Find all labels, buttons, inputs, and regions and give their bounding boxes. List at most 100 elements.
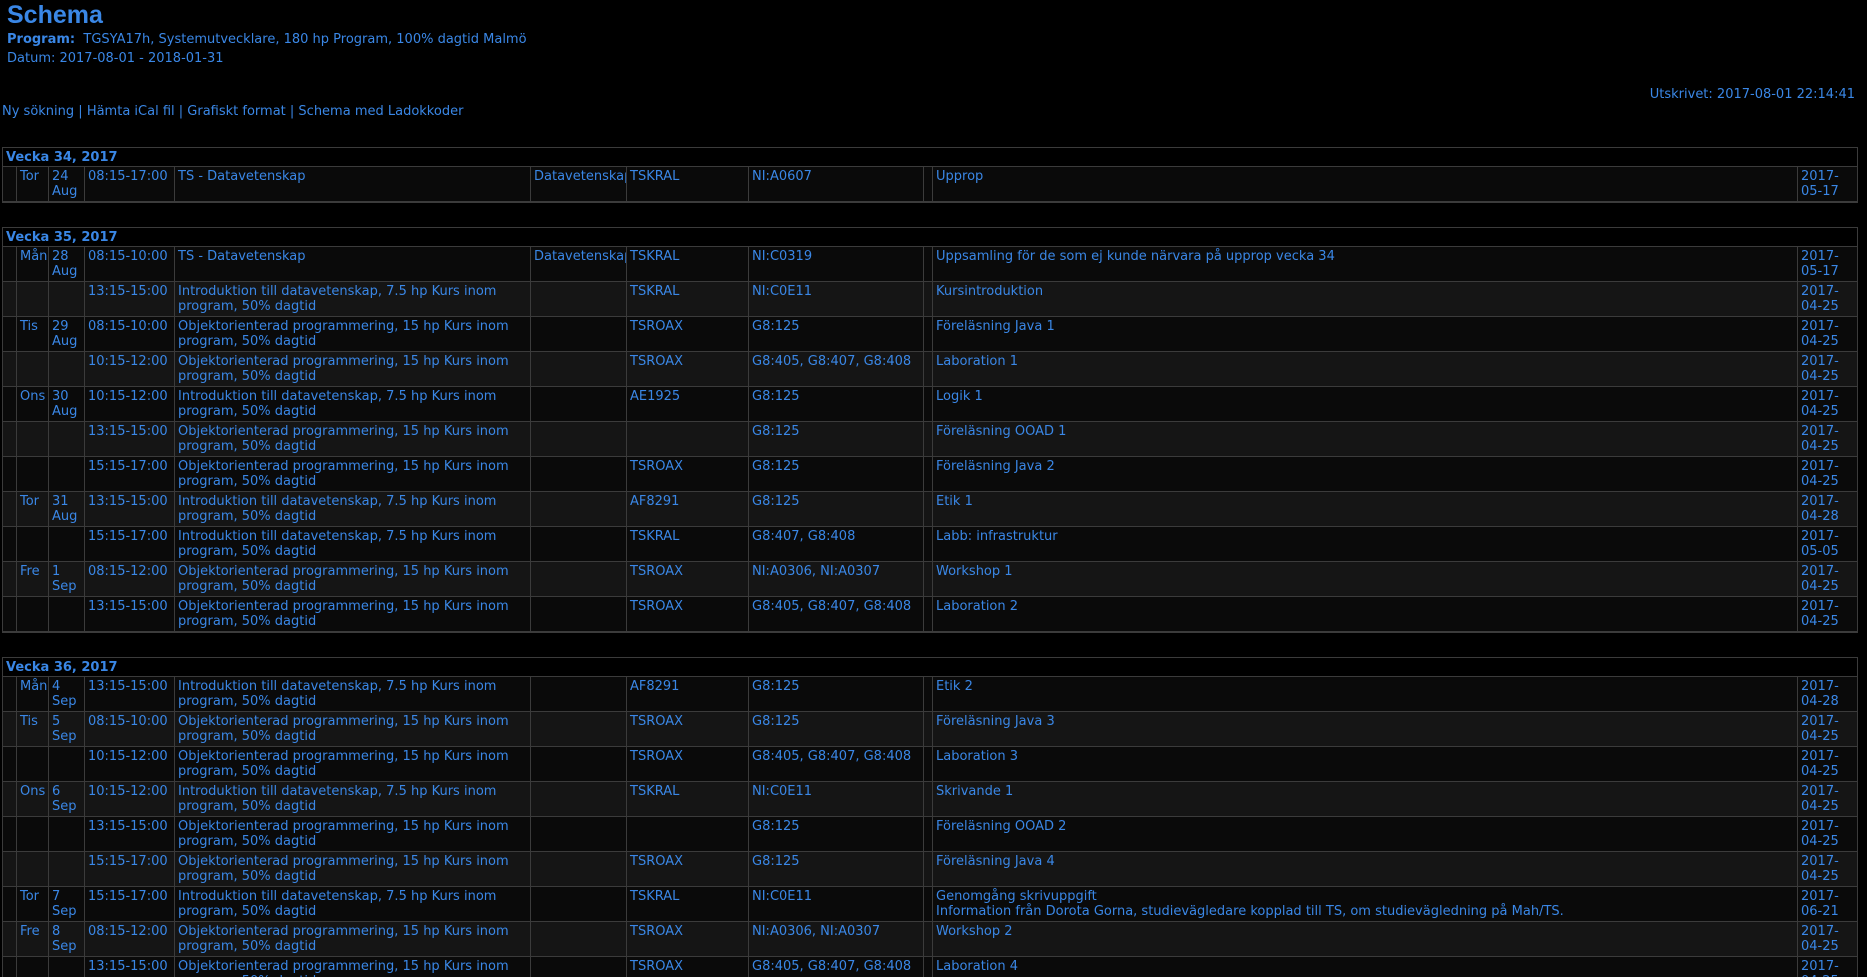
course-cell: Objektorienterad programmering, 15 hp Ku…	[175, 922, 531, 956]
table-row: 13:15-15:00 Objektorienterad programmerin…	[3, 597, 1857, 632]
room-cell: G8:405, G8:407, G8:408	[749, 597, 924, 631]
spacer-cell	[3, 562, 17, 596]
day-cell: Tis	[17, 317, 49, 351]
course-cell: Objektorienterad programmering, 15 hp Ku…	[175, 597, 531, 631]
spacer-cell	[3, 457, 17, 491]
course-cell: Introduktion till datavetenskap, 7.5 hp …	[175, 527, 531, 561]
day-cell	[17, 457, 49, 491]
teacher-cell: TSKRAL	[627, 167, 749, 201]
course-cell: Objektorienterad programmering, 15 hp Ku…	[175, 712, 531, 746]
note-cell: Labb: infrastruktur	[933, 527, 1798, 561]
teacher-cell: TSROAX	[627, 352, 749, 386]
room-cell: G8:405, G8:407, G8:408	[749, 352, 924, 386]
day-cell	[17, 422, 49, 456]
spacer-cell	[3, 387, 17, 421]
course-cell: Objektorienterad programmering, 15 hp Ku…	[175, 562, 531, 596]
note-cell: Workshop 1	[933, 562, 1798, 596]
table-row: 13:15-15:00 Objektorienterad programmerin…	[3, 422, 1857, 457]
room-cell: G8:125	[749, 852, 924, 886]
room-cell: NI:A0607	[749, 167, 924, 201]
spacer-cell	[924, 387, 933, 421]
table-row: Tor 31 Aug 13:15-15:00 Introduktion till da…	[3, 492, 1857, 527]
room-cell: NI:C0E11	[749, 887, 924, 921]
group-cell	[531, 562, 627, 596]
course-cell: Introduktion till datavetenskap, 7.5 hp …	[175, 387, 531, 421]
date-cell	[49, 422, 85, 456]
teacher-cell: TSROAX	[627, 922, 749, 956]
link-separator: |	[285, 104, 299, 119]
table-row: Mån 28 Aug 08:15-10:00 TS - Datavetenskap Da…	[3, 247, 1857, 282]
spacer-cell	[3, 422, 17, 456]
teacher-cell: TSROAX	[627, 852, 749, 886]
group-cell	[531, 712, 627, 746]
group-cell	[531, 887, 627, 921]
note-cell: Kursintroduktion	[933, 282, 1798, 316]
updated-cell: 2017- 04-25	[1801, 459, 1839, 489]
spacer-cell	[3, 282, 17, 316]
teacher-cell	[627, 422, 749, 456]
date-cell	[49, 817, 85, 851]
time-cell: 13:15-15:00	[85, 677, 175, 711]
spacer-cell	[924, 747, 933, 781]
day-cell	[17, 852, 49, 886]
table-row: Ons 30 Aug 10:15-12:00 Introduktion till da…	[3, 387, 1857, 422]
ladok-schedule-link[interactable]: Schema med Ladokkoder	[298, 104, 463, 119]
table-row: Tor 7 Sep 15:15-17:00 Introduktion till dat…	[3, 887, 1857, 922]
note-cell: Uppsamling för de som ej kunde närvara p…	[933, 247, 1798, 281]
date-cell: 24 Aug	[49, 167, 85, 201]
group-cell	[531, 747, 627, 781]
spacer-cell	[3, 247, 17, 281]
page: Schema Program: TGSYA17h, Systemutveckla…	[0, 0, 1867, 977]
program-value: TGSYA17h, Systemutvecklare, 180 hp Progr…	[83, 32, 527, 47]
table-row: 15:15-17:00 Introduktion till datavetensk…	[3, 527, 1857, 562]
updated-cell: 2017- 04-25	[1801, 924, 1839, 954]
spacer-cell	[3, 677, 17, 711]
day-cell	[17, 597, 49, 631]
teacher-cell: TSROAX	[627, 712, 749, 746]
time-cell: 15:15-17:00	[85, 887, 175, 921]
note-cell: Genomgång skrivuppgift Information från …	[933, 887, 1798, 921]
spacer-cell	[3, 352, 17, 386]
group-cell: Datavetenskap	[531, 167, 627, 201]
time-cell: 13:15-15:00	[85, 282, 175, 316]
room-cell: G8:125	[749, 422, 924, 456]
teacher-cell: AF8291	[627, 492, 749, 526]
graphic-format-link[interactable]: Grafiskt format	[187, 104, 285, 119]
date-cell: 8 Sep	[49, 922, 85, 956]
note-cell: Laboration 1	[933, 352, 1798, 386]
table-row: Tis 29 Aug 08:15-10:00 Objektorienterad pro…	[3, 317, 1857, 352]
week-block: Vecka 35, 2017 Mån 28 Aug 08:15-10:00 TS - D…	[2, 227, 1858, 633]
updated-cell: 2017- 04-25	[1801, 819, 1839, 849]
table-row: 10:15-12:00 Objektorienterad programmerin…	[3, 747, 1857, 782]
teacher-cell: TSROAX	[627, 562, 749, 596]
updated-cell: 2017- 04-28	[1801, 679, 1839, 709]
teacher-cell: TSKRAL	[627, 282, 749, 316]
teacher-cell: TSKRAL	[627, 527, 749, 561]
ical-link[interactable]: Hämta iCal fil	[87, 104, 175, 119]
course-cell: Objektorienterad programmering, 15 hp Ku…	[175, 352, 531, 386]
room-cell: G8:125	[749, 817, 924, 851]
table-row: 13:15-15:00 Objektorienterad programmerin…	[3, 957, 1857, 977]
day-cell	[17, 817, 49, 851]
week-block: Vecka 34, 2017 Tor 24 Aug 08:15-17:00 TS - D…	[2, 147, 1858, 203]
updated-cell: 2017- 04-25	[1801, 389, 1839, 419]
printed-timestamp: Utskrivet: 2017-08-01 22:14:41	[1649, 87, 1855, 102]
spacer-cell	[3, 712, 17, 746]
note-cell: Skrivande 1	[933, 782, 1798, 816]
course-cell: Introduktion till datavetenskap, 7.5 hp …	[175, 782, 531, 816]
date-cell	[49, 282, 85, 316]
day-cell: Ons	[17, 782, 49, 816]
day-cell	[17, 747, 49, 781]
table-row: 15:15-17:00 Objektorienterad programmerin…	[3, 457, 1857, 492]
day-cell	[17, 282, 49, 316]
teacher-cell: TSROAX	[627, 457, 749, 491]
teacher-cell: AE1925	[627, 387, 749, 421]
table-row: 10:15-12:00 Objektorienterad programmerin…	[3, 352, 1857, 387]
new-search-link[interactable]: Ny sökning	[2, 104, 74, 119]
spacer-cell	[3, 317, 17, 351]
table-row: Tor 24 Aug 08:15-17:00 TS - Datavetenskap Da…	[3, 167, 1857, 202]
table-row: 13:15-15:00 Introduktion till datavetensk…	[3, 282, 1857, 317]
updated-cell: 2017- 04-28	[1801, 494, 1839, 524]
updated-cell: 2017- 04-25	[1801, 714, 1839, 744]
group-cell	[531, 922, 627, 956]
